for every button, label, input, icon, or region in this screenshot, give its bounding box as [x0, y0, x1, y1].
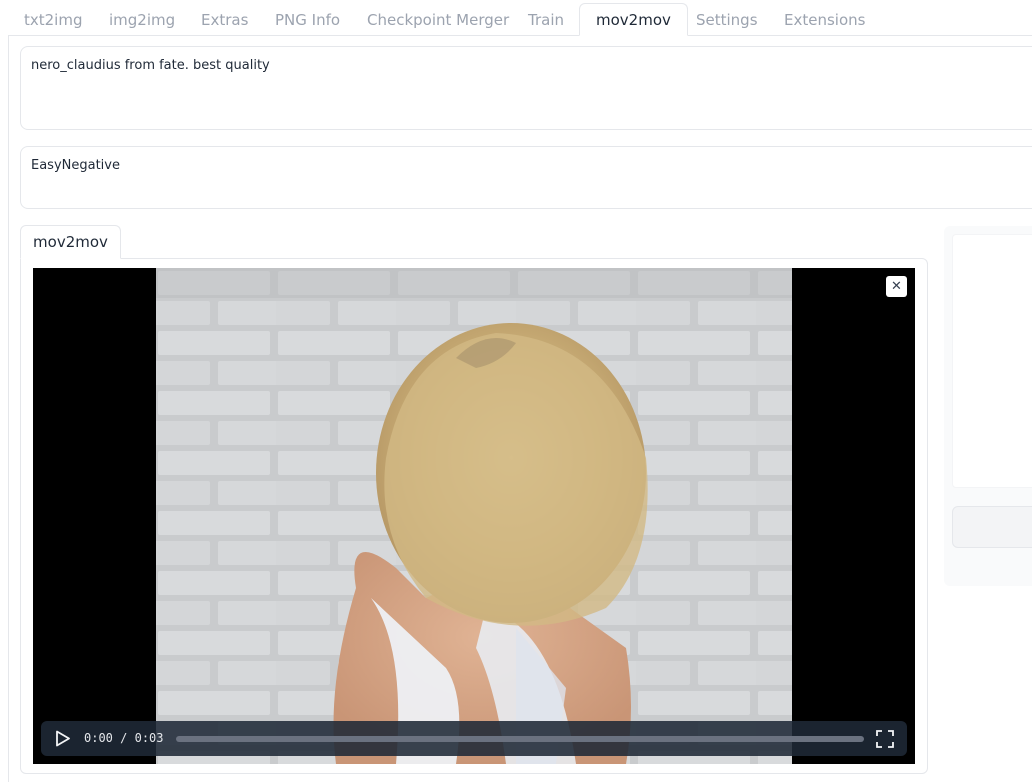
video-controls: 0:00 / 0:03 [41, 721, 907, 756]
main-tab-bar: txt2img img2img Extras PNG Info Checkpoi… [0, 0, 1032, 37]
tab-extras[interactable]: Extras [185, 4, 264, 36]
close-icon[interactable]: ✕ [886, 276, 907, 297]
video-current-time: 0:00 [84, 731, 113, 745]
video-frame-image [156, 268, 792, 764]
content-left-border [8, 36, 9, 782]
tab-mov2mov[interactable]: mov2mov [579, 3, 688, 36]
tab-settings[interactable]: Settings [680, 4, 774, 36]
video-time-display: 0:00 / 0:03 [84, 721, 164, 756]
tab-mov2mov-input[interactable]: mov2mov [20, 225, 121, 259]
generate-button[interactable] [952, 506, 1032, 548]
tab-checkpoint-merger[interactable]: Checkpoint Merger [351, 4, 525, 36]
tab-txt2img[interactable]: txt2img [8, 4, 98, 36]
video-time-separator: / [120, 731, 128, 745]
output-gallery [952, 234, 1032, 488]
video-duration: 0:03 [134, 731, 164, 745]
fullscreen-icon[interactable] [876, 730, 894, 748]
negative-prompt-textarea[interactable]: EasyNegative [20, 146, 1032, 209]
video-player[interactable] [33, 268, 915, 764]
prompt-textarea[interactable]: nero_claudius from fate. best quality [20, 46, 1032, 130]
tab-png-info[interactable]: PNG Info [259, 4, 356, 36]
tab-train[interactable]: Train [512, 4, 580, 36]
video-seek-bar[interactable] [176, 736, 864, 742]
video-frame [156, 268, 792, 764]
tab-extensions[interactable]: Extensions [768, 4, 881, 36]
tab-img2img[interactable]: img2img [93, 4, 191, 36]
play-icon[interactable] [55, 730, 71, 747]
